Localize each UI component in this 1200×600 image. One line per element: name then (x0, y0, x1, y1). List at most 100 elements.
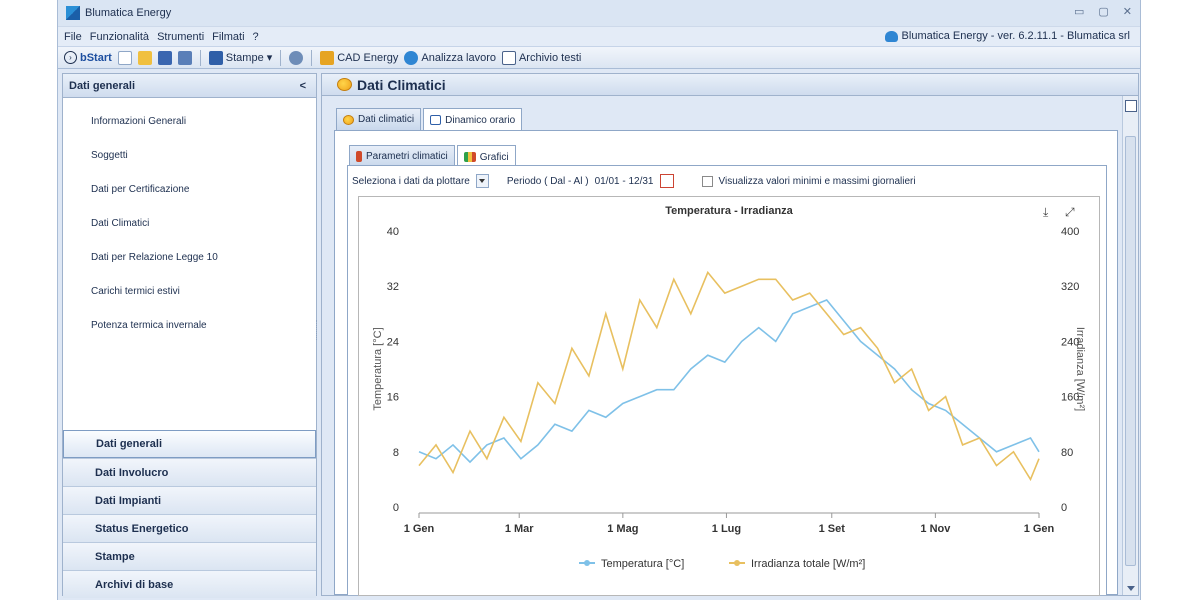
calendar-icon[interactable] (659, 174, 674, 188)
nav-label: Dati Impianti (95, 494, 162, 507)
list-item[interactable]: Dati per Certificazione (63, 172, 316, 206)
cad-energy-button[interactable]: CAD Energy (320, 50, 399, 65)
tab-strip: Dati climatici Dinamico orario (336, 108, 523, 131)
menu-filmati[interactable]: Filmati (212, 31, 244, 43)
x-tick-label: 1 Lug (712, 523, 741, 535)
nav-label: Status Energetico (95, 522, 189, 535)
document-icon (69, 181, 85, 197)
left-panel: Dati generali < Informazioni Generali So… (62, 73, 317, 598)
menu-bar: File Funzionalità Strumenti Filmati ? Bl… (58, 26, 1140, 46)
x-tick-label: 1 Mag (607, 523, 638, 535)
list-item[interactable]: Potenza termica invernale (63, 308, 316, 342)
y-tick-label: 16 (387, 392, 399, 404)
stampe-label: Stampe (225, 51, 264, 64)
list-item[interactable]: Soggetti (63, 138, 316, 172)
y-tick-label: 24 (387, 336, 399, 348)
scroll-down-icon[interactable] (1127, 586, 1135, 591)
toolbar-separator (199, 49, 201, 66)
menu-file[interactable]: File (64, 31, 82, 43)
panel-toggle-icon[interactable] (1125, 100, 1137, 112)
list-item-label: Soggetti (91, 149, 128, 161)
archivio-label: Archivio testi (518, 51, 582, 64)
nav-label: Dati Involucro (95, 466, 169, 479)
play-icon: › (64, 51, 77, 64)
cad-icon (320, 50, 335, 65)
list-item[interactable]: Dati per Relazione Legge 10 (63, 240, 316, 274)
menu-funzionalita[interactable]: Funzionalità (90, 31, 149, 43)
people-icon (69, 147, 85, 163)
left-panel-header: Dati generali < (63, 74, 316, 98)
toolbar-separator (280, 49, 282, 66)
tab-parametri-climatici[interactable]: Parametri climatici (349, 145, 455, 167)
envelope-icon (71, 466, 87, 480)
vertical-scrollbar[interactable] (1122, 96, 1138, 595)
y-tick-label: 8 (393, 447, 399, 459)
nav-dati-generali[interactable]: Dati generali (63, 430, 316, 458)
y2-tick-label: 80 (1061, 447, 1073, 459)
tab-dinamico-orario[interactable]: Dinamico orario (423, 108, 523, 131)
scrollbar-thumb[interactable] (1125, 136, 1136, 566)
tab-label: Parametri climatici (366, 151, 448, 162)
open-folder-icon[interactable] (137, 50, 152, 65)
legend-label: Temperatura [°C] (601, 558, 684, 570)
close-button[interactable]: ✕ (1123, 5, 1132, 18)
select-data-dropdown[interactable] (475, 174, 489, 188)
legend-marker (584, 560, 590, 566)
main-panel-header: Dati Climatici (322, 74, 1138, 96)
minmax-checkbox[interactable] (701, 175, 713, 187)
nav-status-energetico[interactable]: Status Energetico (63, 514, 316, 542)
nav-dati-involucro[interactable]: Dati Involucro (63, 458, 316, 486)
list-item-label: Dati per Certificazione (91, 183, 190, 195)
save-icon[interactable] (157, 50, 172, 65)
maximize-button[interactable]: ▢ (1098, 5, 1108, 18)
nav-archivi-di-base[interactable]: Archivi di base (63, 570, 316, 598)
list-item[interactable]: Carichi termici estivi (63, 274, 316, 308)
save-all-icon[interactable] (177, 50, 192, 65)
fullscreen-icon: ⤢ (1064, 205, 1075, 219)
cad-label: CAD Energy (337, 51, 399, 64)
new-file-icon[interactable] (117, 50, 132, 65)
version-text: Blumatica Energy - ver. 6.2.11.1 - Bluma… (901, 30, 1130, 42)
list-item[interactable]: Informazioni Generali (63, 104, 316, 138)
menu-help[interactable]: ? (253, 31, 259, 43)
archivio-testi-button[interactable]: Archivio testi (501, 50, 582, 65)
left-panel-title: Dati generali (69, 79, 136, 92)
tab-dati-climatici[interactable]: Dati climatici (336, 108, 422, 130)
report-icon (69, 249, 85, 265)
window-title: Blumatica Energy (85, 7, 172, 19)
printer-icon (71, 550, 87, 564)
grafici-page: Seleziona i dati da plottare Periodo ( D… (347, 165, 1107, 596)
helmet-icon (884, 30, 898, 42)
navigation-sections: Dati generali Dati Involucro Dati Impian… (63, 430, 316, 598)
list-item-label: Dati per Relazione Legge 10 (91, 251, 218, 263)
gear-icon[interactable] (289, 50, 304, 65)
nav-stampe[interactable]: Stampe (63, 542, 316, 570)
x-tick-label: 1 Gen (404, 523, 435, 535)
x-tick-label: 1 Gen (1024, 523, 1055, 535)
list-item-label: Potenza termica invernale (91, 319, 207, 331)
tab-label: Dati climatici (358, 114, 415, 125)
nav-label: Archivi di base (95, 578, 174, 591)
home-icon (72, 437, 88, 451)
dinamico-orario-page: Parametri climatici Grafici Seleziona i … (334, 130, 1118, 596)
tab-label: Grafici (479, 151, 509, 163)
main-panel: Dati Climatici Dati climatici Dinamico o… (321, 73, 1139, 596)
list-item[interactable]: Dati Climatici (63, 206, 316, 240)
bstart-button[interactable]: › bStart (64, 51, 112, 64)
energy-class-icon (71, 522, 87, 536)
bstart-label: bStart (80, 51, 112, 64)
period-label: Periodo ( Dal - Al ) (506, 175, 589, 187)
analizza-label: Analizza lavoro (421, 51, 496, 64)
y2-axis-title: Irradianza [W/m²] (1074, 327, 1086, 411)
menu-strumenti[interactable]: Strumenti (157, 31, 204, 43)
nav-dati-impianti[interactable]: Dati Impianti (63, 486, 316, 514)
list-item-label: Informazioni Generali (91, 115, 187, 127)
panel-splitter[interactable] (316, 320, 319, 340)
collapse-button[interactable]: < (300, 80, 306, 92)
minimize-button[interactable]: ▭ (1074, 5, 1084, 18)
analizza-lavoro-button[interactable]: Analizza lavoro (404, 50, 496, 65)
info-icon (69, 113, 85, 129)
download-icon: ⤓ (1043, 205, 1049, 219)
select-data-label: Seleziona i dati da plottare (352, 175, 470, 187)
stampe-button[interactable]: Stampe ▾ (208, 50, 272, 65)
